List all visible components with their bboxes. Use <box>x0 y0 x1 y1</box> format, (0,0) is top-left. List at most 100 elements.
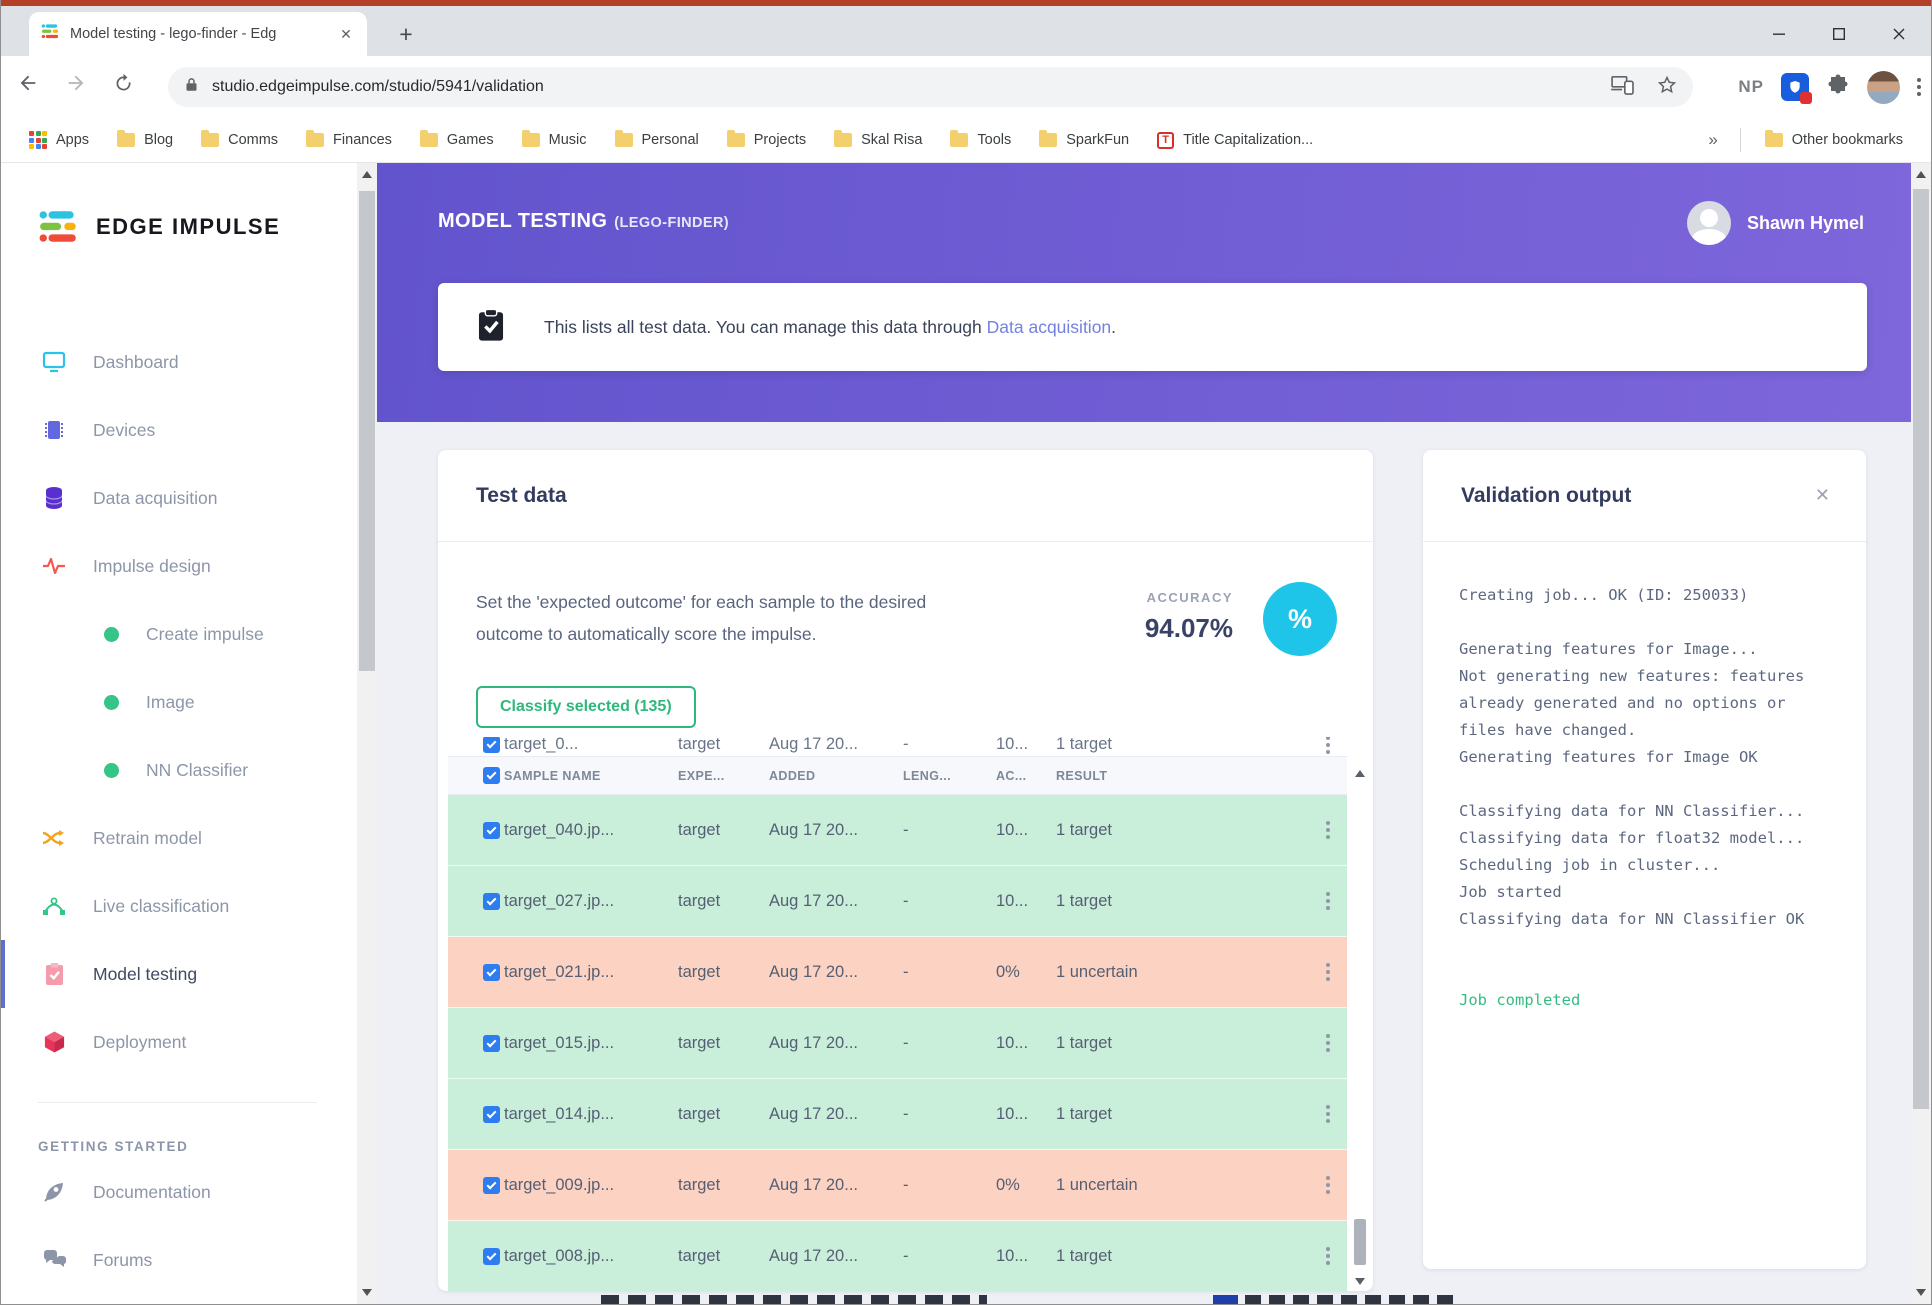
table-row[interactable]: target_008.jp... target Aug 17 20... - 1… <box>448 1221 1347 1291</box>
column-result[interactable]: RESULT <box>1056 769 1308 783</box>
table-scroll-up-icon[interactable] <box>1355 770 1365 777</box>
bookmark-label: Projects <box>753 132 807 148</box>
send-to-devices-icon[interactable] <box>1611 75 1635 100</box>
sidebar-item-impulse-design[interactable]: Impulse design <box>1 532 357 600</box>
bookmark-title-capitalization[interactable]: Title Capitalization... <box>1143 131 1327 149</box>
bookmark-apps[interactable]: Apps <box>15 131 103 149</box>
bookmark-folder-item[interactable]: Personal <box>601 130 713 148</box>
close-icon[interactable]: ✕ <box>1815 485 1830 506</box>
tab-close-icon[interactable]: ✕ <box>337 26 355 43</box>
bookmark-star-icon[interactable] <box>1657 75 1677 100</box>
bookmark-folder-item[interactable]: Finances <box>292 130 406 148</box>
row-menu-icon[interactable] <box>1325 820 1330 840</box>
sidebar-item-image[interactable]: Image <box>1 668 357 736</box>
table-row[interactable]: target_021.jp... target Aug 17 20... - 0… <box>448 937 1347 1008</box>
user-avatar[interactable] <box>1686 201 1731 245</box>
row-checkbox[interactable] <box>483 737 500 753</box>
scroll-down-icon[interactable] <box>362 1289 372 1296</box>
page-scrollbar[interactable] <box>1911 163 1931 1304</box>
table-row[interactable]: target_009.jp... target Aug 17 20... - 0… <box>448 1150 1347 1221</box>
row-menu-icon[interactable] <box>1325 891 1330 911</box>
bookmark-folder-item[interactable]: Projects <box>713 130 820 148</box>
sidebar-item-documentation[interactable]: Documentation <box>1 1158 357 1226</box>
row-checkbox[interactable] <box>483 1176 500 1194</box>
column-accuracy[interactable]: AC... <box>996 769 1056 783</box>
page-title: MODEL TESTING (LEGO-FINDER) <box>438 210 729 233</box>
scrollbar-thumb[interactable] <box>1913 189 1929 1109</box>
scroll-up-icon[interactable] <box>362 171 372 178</box>
sidebar-item-live-classification[interactable]: Live classification <box>1 872 357 940</box>
content-scrollbar-left[interactable] <box>357 163 377 1304</box>
sidebar-item-create-impulse[interactable]: Create impulse <box>1 600 357 668</box>
forward-icon[interactable] <box>65 72 87 99</box>
sidebar-item-retrain-model[interactable]: Retrain model <box>1 804 357 872</box>
browser-tab[interactable]: Model testing - lego-finder - Edg ✕ <box>29 12 367 56</box>
table-row[interactable]: target_027.jp... target Aug 17 20... - 1… <box>448 866 1347 937</box>
accuracy-label: ACCURACY <box>1146 590 1233 605</box>
bookmark-folder-item[interactable]: Comms <box>187 130 292 148</box>
sidebar-item-model-testing[interactable]: Model testing <box>1 940 357 1008</box>
minimize-button[interactable] <box>1749 12 1809 56</box>
scroll-up-icon[interactable] <box>1916 171 1926 178</box>
row-menu-icon[interactable] <box>1325 737 1330 755</box>
browser-menu-icon[interactable] <box>1917 75 1921 99</box>
bookmark-folder-item[interactable]: Skal Risa <box>820 130 936 148</box>
scroll-down-icon[interactable] <box>1916 1289 1926 1296</box>
row-checkbox[interactable] <box>483 963 500 981</box>
profile-badge[interactable]: NP <box>1738 77 1764 97</box>
column-added[interactable]: ADDED <box>769 769 903 783</box>
scrollbar-thumb[interactable] <box>359 191 375 671</box>
new-tab-button[interactable]: + <box>393 22 419 48</box>
close-window-button[interactable] <box>1869 12 1929 56</box>
extensions-puzzle-icon[interactable] <box>1826 73 1850 102</box>
sidebar-item-devices[interactable]: Devices <box>1 396 357 464</box>
row-menu-icon[interactable] <box>1325 1246 1330 1266</box>
column-sample-name[interactable]: SAMPLE NAME <box>504 769 601 783</box>
bitwarden-extension-icon[interactable] <box>1781 73 1812 104</box>
maximize-button[interactable] <box>1809 12 1869 56</box>
row-menu-icon[interactable] <box>1325 1104 1330 1124</box>
bookmark-folder-item[interactable]: Music <box>508 130 601 148</box>
sidebar-item-deployment[interactable]: Deployment <box>1 1008 357 1076</box>
table-scroll-down-icon[interactable] <box>1355 1278 1365 1285</box>
table-scrollbar[interactable] <box>1353 756 1367 1287</box>
bookmark-folder-item[interactable]: Games <box>406 130 508 148</box>
sidebar-item-data-acquisition[interactable]: Data acquisition <box>1 464 357 532</box>
edge-impulse-logo[interactable]: EDGE IMPULSE <box>38 209 280 245</box>
data-acquisition-link[interactable]: Data acquisition <box>987 317 1112 337</box>
table-row[interactable]: target_015.jp... target Aug 17 20... - 1… <box>448 1008 1347 1079</box>
back-icon[interactable] <box>17 72 39 99</box>
row-checkbox[interactable] <box>483 1034 500 1052</box>
info-banner: This lists all test data. You can manage… <box>438 283 1867 371</box>
reload-icon[interactable] <box>113 73 134 99</box>
row-checkbox[interactable] <box>483 1247 500 1265</box>
bookmarks-overflow-chevron[interactable]: » <box>1696 130 1729 150</box>
table-row[interactable]: target_014.jp... target Aug 17 20... - 1… <box>448 1079 1347 1150</box>
other-bookmarks[interactable]: Other bookmarks <box>1751 130 1917 148</box>
row-checkbox[interactable] <box>483 1105 500 1123</box>
row-checkbox[interactable] <box>483 892 500 910</box>
browser-profile-avatar[interactable] <box>1867 70 1900 104</box>
row-checkbox[interactable] <box>483 821 500 839</box>
user-menu[interactable]: Shawn Hymel <box>1686 201 1864 245</box>
lock-icon[interactable] <box>184 76 199 98</box>
bookmark-folder-item[interactable]: SparkFun <box>1025 130 1143 148</box>
url-text[interactable]: studio.edgeimpulse.com/studio/5941/valid… <box>212 78 1611 96</box>
bookmark-folder-item[interactable]: Blog <box>103 130 187 148</box>
row-menu-icon[interactable] <box>1325 962 1330 982</box>
sidebar-item-nn-classifier[interactable]: NN Classifier <box>1 736 357 804</box>
table-row[interactable]: target_040.jp... target Aug 17 20... - 1… <box>448 795 1347 866</box>
column-length[interactable]: LENG... <box>903 769 996 783</box>
address-bar[interactable]: studio.edgeimpulse.com/studio/5941/valid… <box>168 67 1693 107</box>
bookmark-folder-item[interactable]: Tools <box>936 130 1025 148</box>
column-expected[interactable]: EXPE... <box>678 769 769 783</box>
select-all-checkbox[interactable] <box>483 767 500 784</box>
bezier-curve-icon <box>41 895 67 917</box>
row-menu-icon[interactable] <box>1325 1033 1330 1053</box>
row-menu-icon[interactable] <box>1325 1175 1330 1195</box>
table-scrollbar-thumb[interactable] <box>1354 1219 1366 1265</box>
sidebar-item-dashboard[interactable]: Dashboard <box>1 328 357 396</box>
classify-selected-button[interactable]: Classify selected (135) <box>476 686 696 728</box>
sidebar-item-forums[interactable]: Forums <box>1 1226 357 1294</box>
clipped-table-row[interactable]: target_0... target Aug 17 20... - 10... … <box>448 737 1347 756</box>
